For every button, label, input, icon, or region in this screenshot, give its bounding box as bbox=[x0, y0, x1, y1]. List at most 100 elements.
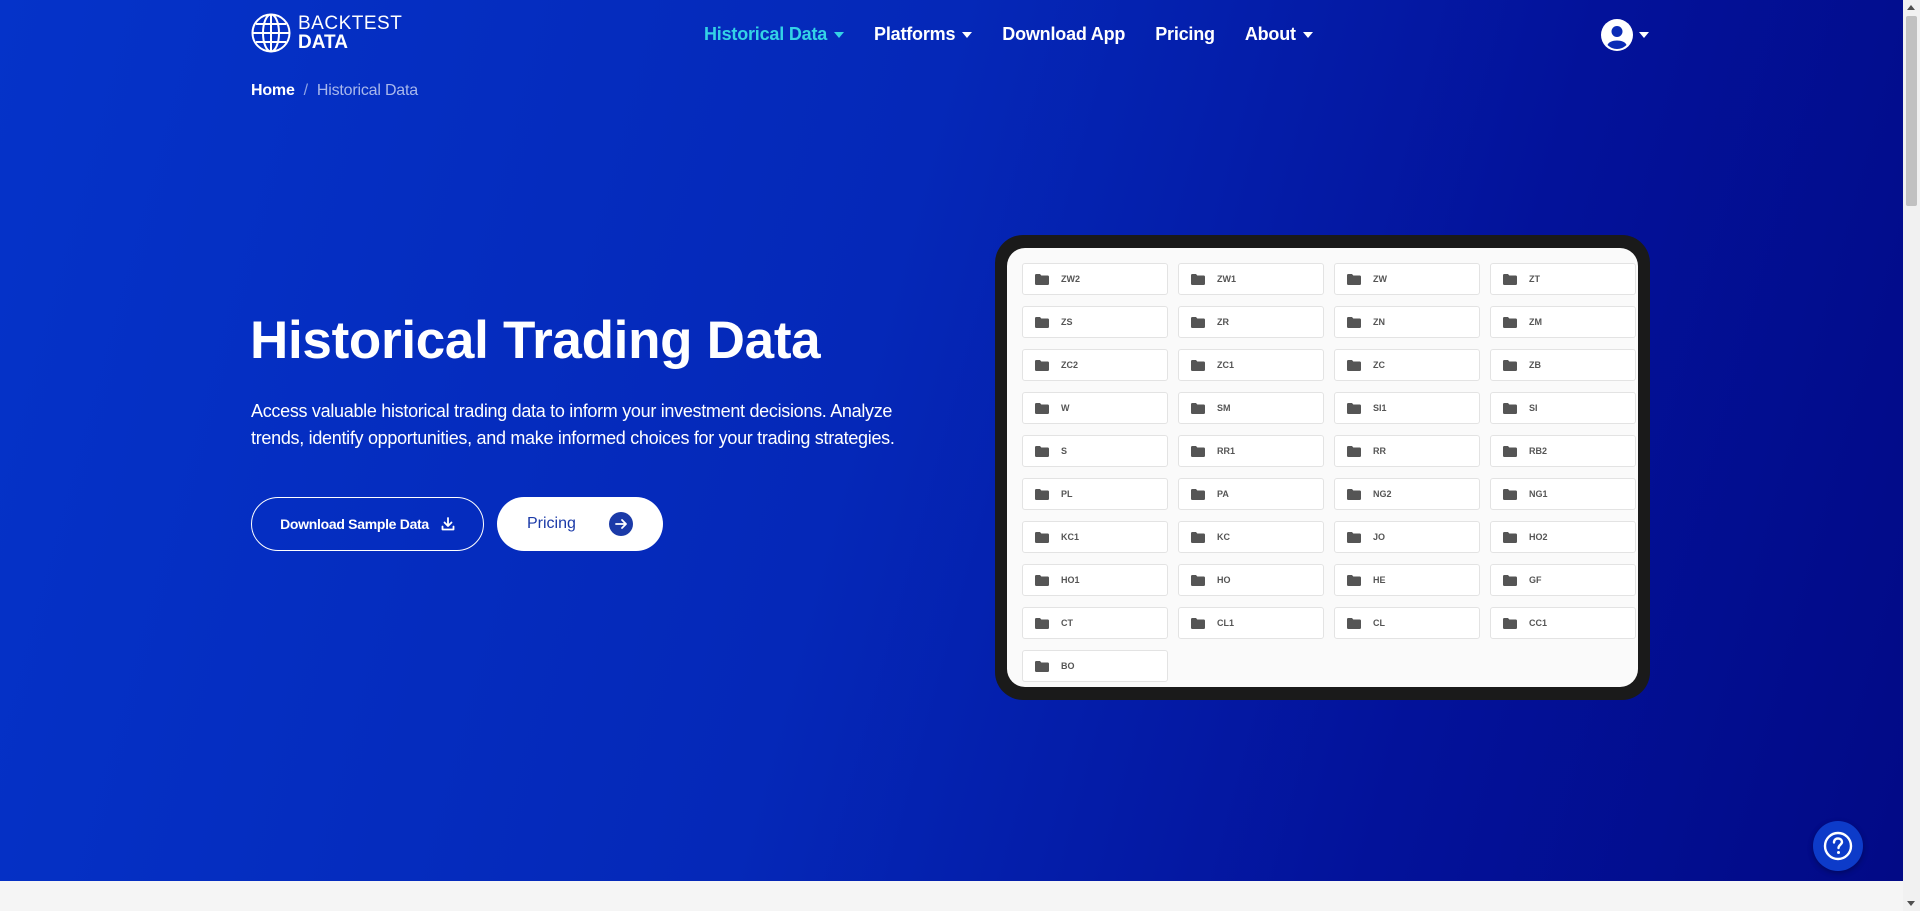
folder-item[interactable]: ZB bbox=[1490, 349, 1636, 381]
folder-item[interactable]: ZR bbox=[1178, 306, 1324, 338]
nav-about[interactable]: About bbox=[1245, 24, 1313, 45]
folder-item[interactable]: SI1 bbox=[1334, 392, 1480, 424]
folder-item[interactable]: PA bbox=[1178, 478, 1324, 510]
folder-item[interactable]: NG2 bbox=[1334, 478, 1480, 510]
folder-name: GF bbox=[1529, 575, 1542, 585]
folder-name: HO bbox=[1217, 575, 1231, 585]
folder-item[interactable]: PL bbox=[1022, 478, 1168, 510]
folder-item[interactable]: RB2 bbox=[1490, 435, 1636, 467]
folder-name: ZC1 bbox=[1217, 360, 1235, 370]
folder-name: KC bbox=[1217, 532, 1230, 542]
hero-description: Access valuable historical trading data … bbox=[251, 401, 895, 448]
folder-name: CL1 bbox=[1217, 618, 1235, 628]
breadcrumb-home[interactable]: Home bbox=[251, 82, 295, 100]
folder-name: NG2 bbox=[1373, 489, 1392, 499]
folder-item[interactable]: KC1 bbox=[1022, 521, 1168, 553]
nav-label: Platforms bbox=[874, 24, 956, 44]
folder-item[interactable]: SI bbox=[1490, 392, 1636, 424]
folder-icon bbox=[1347, 574, 1361, 586]
folder-item[interactable]: KC bbox=[1178, 521, 1324, 553]
folder-icon bbox=[1191, 488, 1205, 500]
folder-item[interactable]: CL1 bbox=[1178, 607, 1324, 639]
brand-name: BACKTEST DATA bbox=[298, 14, 402, 52]
caret-down-icon bbox=[834, 31, 845, 38]
folder-item[interactable]: ZN bbox=[1334, 306, 1480, 338]
folder-item[interactable]: RR bbox=[1334, 435, 1480, 467]
arrow-right-icon bbox=[609, 512, 633, 536]
folder-icon bbox=[1503, 531, 1517, 543]
next-section-edge bbox=[0, 881, 1903, 911]
folder-item[interactable]: JO bbox=[1334, 521, 1480, 553]
user-circle-icon bbox=[1601, 19, 1633, 51]
nav-download-app[interactable]: Download App bbox=[1002, 24, 1125, 45]
folder-icon bbox=[1347, 617, 1361, 629]
help-button[interactable] bbox=[1813, 821, 1863, 871]
page-scrollbar[interactable] bbox=[1903, 0, 1920, 911]
caret-down-icon bbox=[962, 31, 973, 38]
download-sample-data-button[interactable]: Download Sample Data bbox=[251, 497, 484, 551]
scrollbar-thumb[interactable] bbox=[1906, 16, 1917, 206]
folder-icon bbox=[1035, 660, 1049, 672]
folder-name: PL bbox=[1061, 489, 1073, 499]
folder-icon bbox=[1503, 488, 1517, 500]
folder-item[interactable]: CT bbox=[1022, 607, 1168, 639]
folder-name: RR bbox=[1373, 446, 1386, 456]
folder-name: ZW1 bbox=[1217, 274, 1236, 284]
nav-pricing[interactable]: Pricing bbox=[1155, 24, 1215, 45]
folder-name: ZS bbox=[1061, 317, 1073, 327]
brand-logo[interactable]: BACKTEST DATA bbox=[251, 13, 402, 53]
nav-platforms[interactable]: Platforms bbox=[874, 24, 973, 45]
breadcrumb-separator: / bbox=[303, 82, 308, 99]
folder-icon bbox=[1191, 574, 1205, 586]
folder-name: ZC bbox=[1373, 360, 1385, 370]
folder-item[interactable]: HO1 bbox=[1022, 564, 1168, 596]
folder-name: PA bbox=[1217, 489, 1229, 499]
folder-name: ZR bbox=[1217, 317, 1229, 327]
pricing-button[interactable]: Pricing bbox=[497, 497, 663, 551]
folder-icon bbox=[1035, 531, 1049, 543]
nav-historical-data[interactable]: Historical Data bbox=[704, 24, 845, 45]
folder-icon bbox=[1503, 617, 1517, 629]
folder-item[interactable]: ZW bbox=[1334, 263, 1480, 295]
folder-item[interactable]: S bbox=[1022, 435, 1168, 467]
breadcrumb: Home / Historical Data bbox=[251, 82, 418, 100]
folder-item[interactable]: BO bbox=[1022, 650, 1168, 682]
folder-item[interactable]: NG1 bbox=[1490, 478, 1636, 510]
folder-name: CC1 bbox=[1529, 618, 1548, 628]
folder-item[interactable]: CC1 bbox=[1490, 607, 1636, 639]
folder-item[interactable]: RR1 bbox=[1178, 435, 1324, 467]
folder-icon bbox=[1035, 273, 1049, 285]
download-icon bbox=[441, 517, 455, 531]
folder-icon bbox=[1191, 273, 1205, 285]
button-label: Pricing bbox=[527, 515, 576, 532]
caret-down-icon bbox=[1302, 31, 1313, 38]
folder-item[interactable]: HO bbox=[1178, 564, 1324, 596]
folder-item[interactable]: SM bbox=[1178, 392, 1324, 424]
caret-down-icon bbox=[1639, 32, 1649, 38]
folder-icon bbox=[1191, 402, 1205, 414]
folder-icon bbox=[1347, 488, 1361, 500]
folder-item[interactable]: HE bbox=[1334, 564, 1480, 596]
folder-item[interactable]: ZW1 bbox=[1178, 263, 1324, 295]
folder-item[interactable]: ZS bbox=[1022, 306, 1168, 338]
scroll-down-icon[interactable] bbox=[1907, 901, 1915, 906]
folder-name: HO2 bbox=[1529, 532, 1548, 542]
tablet-screen: ZW2 ZW1 ZW ZT ZS ZR ZN ZM ZC2 ZC1 ZC ZB W SM SI1 SI S RR1… bbox=[1007, 248, 1638, 687]
folder-item[interactable]: ZC bbox=[1334, 349, 1480, 381]
folder-item[interactable]: CL bbox=[1334, 607, 1480, 639]
folder-name: SI bbox=[1529, 403, 1538, 413]
user-menu[interactable] bbox=[1601, 19, 1649, 51]
folder-icon bbox=[1503, 402, 1517, 414]
folder-item[interactable]: ZC1 bbox=[1178, 349, 1324, 381]
breadcrumb-current: Historical Data bbox=[316, 82, 418, 99]
folder-item[interactable]: ZC2 bbox=[1022, 349, 1168, 381]
folder-item[interactable]: HO2 bbox=[1490, 521, 1636, 553]
folder-item[interactable]: ZM bbox=[1490, 306, 1636, 338]
folder-item[interactable]: ZW2 bbox=[1022, 263, 1168, 295]
folder-item[interactable]: ZT bbox=[1490, 263, 1636, 295]
scroll-up-icon[interactable] bbox=[1907, 5, 1915, 10]
folder-item[interactable]: GF bbox=[1490, 564, 1636, 596]
folder-icon bbox=[1035, 359, 1049, 371]
main-nav: Historical Data Platforms Download App P… bbox=[704, 24, 1343, 45]
folder-item[interactable]: W bbox=[1022, 392, 1168, 424]
